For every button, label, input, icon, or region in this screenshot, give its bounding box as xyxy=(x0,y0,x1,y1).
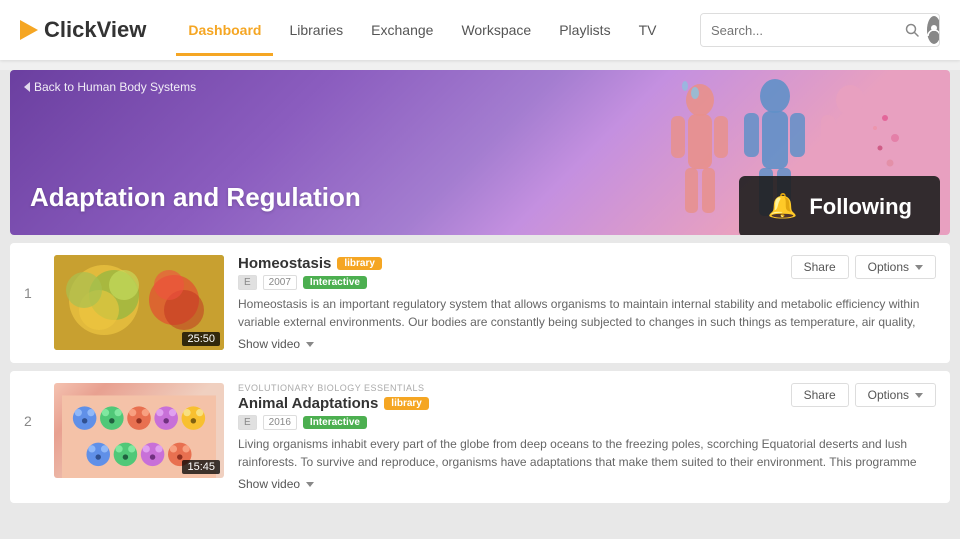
options-button-1[interactable]: Options xyxy=(855,255,936,279)
desc-text-1: Homeostasis is an important regulatory s… xyxy=(238,297,919,331)
back-link[interactable]: Back to Human Body Systems xyxy=(24,80,196,94)
share-button-1[interactable]: Share xyxy=(791,255,849,279)
logo[interactable]: ClickView xyxy=(20,17,146,43)
options-chevron-1 xyxy=(915,265,923,270)
hero-title: Adaptation and Regulation xyxy=(30,182,361,213)
year-badge-2: 2016 xyxy=(263,415,297,430)
bell-icon: 🔔 xyxy=(767,192,797,221)
share-button-2[interactable]: Share xyxy=(791,383,849,407)
main-nav: Dashboard Libraries Exchange Workspace P… xyxy=(176,14,670,46)
search-button[interactable] xyxy=(897,14,927,46)
duration-2: 15:45 xyxy=(182,460,220,474)
item-number-1: 1 xyxy=(24,255,40,301)
badge-library-2: library xyxy=(384,397,429,410)
content-list: 1 25:50 xyxy=(0,235,960,534)
interactive-badge-1: Interactive xyxy=(303,276,367,289)
badge-library-1: library xyxy=(337,257,382,270)
user-avatar[interactable] xyxy=(927,16,940,44)
item-title-1: Homeostasis xyxy=(238,255,331,272)
item-desc-2: Living organisms inhabit every part of t… xyxy=(238,435,936,471)
options-label-1: Options xyxy=(868,260,909,274)
main-content: Back to Human Body Systems Adaptation an… xyxy=(0,70,960,539)
nav-libraries[interactable]: Libraries xyxy=(277,14,355,46)
rating-badge-2: E xyxy=(238,415,257,430)
item-title-2: Animal Adaptations xyxy=(238,395,378,412)
nav-tv[interactable]: TV xyxy=(627,14,669,46)
nav-exchange[interactable]: Exchange xyxy=(359,14,445,46)
item-number-2: 2 xyxy=(24,383,40,429)
following-label: Following xyxy=(809,194,912,220)
chevron-down-icon-2 xyxy=(306,482,314,487)
item-actions-1: Share Options xyxy=(791,255,936,279)
item-desc-1: Homeostasis is an important regulatory s… xyxy=(238,295,936,331)
options-chevron-2 xyxy=(915,393,923,398)
rating-badge-1: E xyxy=(238,275,257,290)
thumbnail-2[interactable]: 15:45 xyxy=(54,383,224,478)
show-video-label-1: Show video xyxy=(238,337,300,351)
desc-text-2: Living organisms inhabit every part of t… xyxy=(238,437,917,471)
show-video-label-2: Show video xyxy=(238,477,300,491)
following-badge[interactable]: 🔔 Following xyxy=(739,176,940,235)
back-text: Back to Human Body Systems xyxy=(34,80,196,94)
interactive-badge-2: Interactive xyxy=(303,416,367,429)
year-badge-1: 2007 xyxy=(263,275,297,290)
logo-triangle-icon xyxy=(20,20,38,40)
options-label-2: Options xyxy=(868,388,909,402)
video-item-2: 2 xyxy=(10,371,950,503)
thumbnail-1[interactable]: 25:50 xyxy=(54,255,224,350)
nav-playlists[interactable]: Playlists xyxy=(547,14,622,46)
user-icon xyxy=(927,23,940,37)
chevron-left-icon xyxy=(24,82,30,92)
header: ClickView Dashboard Libraries Exchange W… xyxy=(0,0,960,60)
item-meta-2: E 2016 Interactive xyxy=(238,415,936,430)
item-actions-2: Share Options xyxy=(791,383,936,407)
hero-banner: Back to Human Body Systems Adaptation an… xyxy=(10,70,950,235)
video-item-1: 1 25:50 xyxy=(10,243,950,363)
search-icon xyxy=(905,23,919,37)
show-video-btn-1[interactable]: Show video xyxy=(238,337,936,351)
nav-dashboard[interactable]: Dashboard xyxy=(176,14,273,46)
show-video-btn-2[interactable]: Show video xyxy=(238,477,936,491)
options-button-2[interactable]: Options xyxy=(855,383,936,407)
search-area xyxy=(700,13,940,47)
search-input[interactable] xyxy=(701,14,897,46)
nav-workspace[interactable]: Workspace xyxy=(449,14,543,46)
chevron-down-icon-1 xyxy=(306,342,314,347)
duration-1: 25:50 xyxy=(182,332,220,346)
logo-text: ClickView xyxy=(44,17,146,43)
